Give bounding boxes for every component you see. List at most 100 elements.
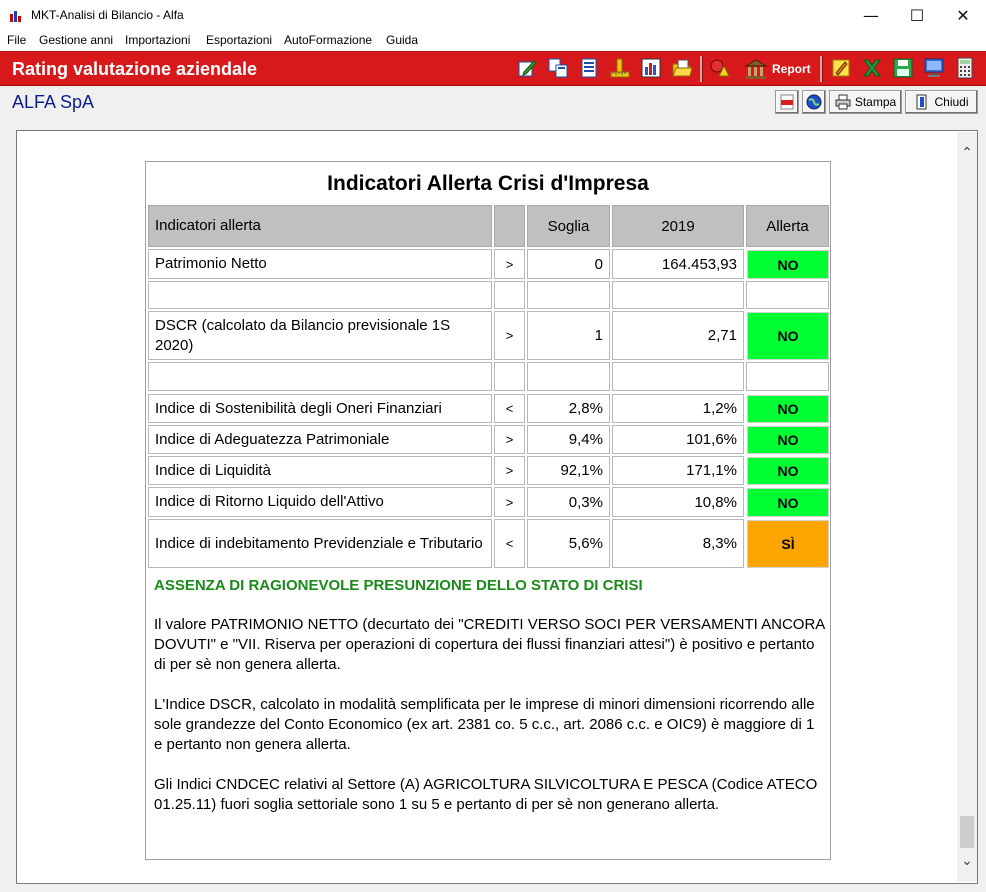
monitor-icon[interactable] — [923, 57, 945, 79]
report-button[interactable]: Report — [744, 56, 811, 82]
printer-icon — [835, 94, 851, 110]
copy-icon[interactable] — [547, 57, 569, 79]
threshold-value: 5,6% — [527, 519, 610, 568]
menu-guida[interactable]: Guida — [386, 33, 418, 47]
threshold-value: 92,1% — [527, 456, 610, 485]
alert-badge: SÌ — [747, 520, 829, 568]
web-button[interactable] — [802, 90, 826, 114]
indicator-label: Indice di Adeguatezza Patrimoniale — [148, 425, 492, 454]
pdf-button[interactable] — [775, 90, 799, 114]
header-year: 2019 — [612, 205, 744, 247]
excel-icon[interactable] — [861, 57, 883, 79]
close-label: Chiudi — [934, 95, 969, 109]
threshold-value: 9,4% — [527, 425, 610, 454]
menu-importazioni[interactable]: Importazioni — [125, 33, 190, 47]
save-icon[interactable] — [892, 57, 914, 79]
year-value: 2,71 — [612, 311, 744, 360]
comparison-operator: < — [494, 394, 525, 423]
vertical-scrollbar[interactable]: ⌃ ⌄ — [957, 132, 977, 882]
comparison-operator: > — [494, 311, 525, 360]
company-name: ALFA SpA — [12, 92, 95, 112]
crisis-indicators-report: Indicatori Allerta Crisi d'Impresa Indic… — [145, 161, 831, 860]
indicator-label: Indice di indebitamento Previdenziale e … — [148, 519, 492, 568]
globe-icon — [806, 94, 822, 110]
print-button[interactable]: Stampa — [829, 90, 902, 114]
spacer-cell — [148, 281, 492, 309]
spacer-cell — [612, 281, 744, 309]
paragraph-patrimonio-netto: Il valore PATRIMONIO NETTO (decurtato de… — [154, 616, 825, 673]
year-value: 10,8% — [612, 487, 744, 517]
indicator-label: Patrimonio Netto — [148, 249, 492, 279]
year-value: 164.453,93 — [612, 249, 744, 279]
toolbar-separator — [700, 56, 703, 82]
scroll-thumb[interactable] — [960, 816, 974, 848]
threshold-value: 0,3% — [527, 487, 610, 517]
scroll-down-icon[interactable]: ⌄ — [957, 850, 977, 870]
pdf-icon — [780, 94, 794, 110]
alert-badge: NO — [747, 426, 829, 454]
alert-badge: NO — [747, 488, 829, 517]
spacer-cell — [148, 362, 492, 391]
comparison-operator: > — [494, 456, 525, 485]
alert-badge: NO — [747, 395, 829, 423]
menu-autoformazione[interactable]: AutoFormazione — [284, 33, 372, 47]
list-icon[interactable] — [578, 57, 600, 79]
alert-badge: NO — [747, 457, 829, 485]
indicator-label: Indice di Liquidità — [148, 456, 492, 485]
header-alert: Allerta — [746, 205, 829, 247]
close-window-button[interactable]: ✕ — [940, 0, 986, 31]
ruler-icon[interactable] — [609, 57, 631, 79]
alert-badge: NO — [747, 312, 829, 360]
maximize-button[interactable]: ☐ — [894, 0, 940, 31]
spacer-cell — [494, 362, 525, 391]
indicator-label: Indice di Ritorno Liquido dell'Attivo — [148, 487, 492, 517]
report-title: Indicatori Allerta Crisi d'Impresa — [327, 171, 649, 195]
company-bar: ALFA SpA Stampa Chiudi — [0, 86, 986, 118]
threshold-value: 2,8% — [527, 394, 610, 423]
spacer-cell — [494, 281, 525, 309]
header-comparison — [494, 205, 525, 247]
calculator-icon[interactable] — [954, 57, 976, 79]
threshold-value: 0 — [527, 249, 610, 279]
minimize-button[interactable]: — — [848, 0, 894, 31]
close-report-button[interactable]: Chiudi — [905, 90, 978, 114]
year-value: 171,1% — [612, 456, 744, 485]
shapes-icon[interactable] — [709, 57, 731, 79]
edit-icon[interactable] — [516, 57, 538, 79]
year-value: 101,6% — [612, 425, 744, 454]
comparison-operator: > — [494, 425, 525, 454]
window-titlebar: MKT-Analisi di Bilancio - Alfa — ☐ ✕ — [0, 0, 986, 31]
module-toolbar: Rating valutazione aziendale Report — [0, 51, 986, 86]
bank-icon — [744, 59, 768, 79]
spacer-cell — [527, 362, 610, 391]
app-icon — [9, 9, 23, 22]
bar-chart-icon[interactable] — [640, 57, 662, 79]
report-label: Report — [772, 62, 811, 76]
scroll-up-icon[interactable]: ⌃ — [957, 142, 977, 162]
open-folder-icon[interactable] — [671, 57, 693, 79]
spacer-cell — [527, 281, 610, 309]
spacer-cell — [612, 362, 744, 391]
window-title: MKT-Analisi di Bilancio - Alfa — [31, 8, 184, 22]
paragraph-dscr: L'Indice DSCR, calcolato in modalità sem… — [154, 696, 815, 753]
threshold-value: 1 — [527, 311, 610, 360]
comparison-operator: < — [494, 519, 525, 568]
alert-badge: NO — [747, 250, 829, 279]
menu-esportazioni[interactable]: Esportazioni — [206, 33, 272, 47]
header-threshold: Soglia — [527, 205, 610, 247]
print-label: Stampa — [854, 95, 897, 109]
menu-bar: File Gestione anni Importazioni Esportaz… — [0, 31, 986, 51]
pencil-icon[interactable] — [830, 57, 852, 79]
spacer-cell — [746, 362, 829, 391]
comparison-operator: > — [494, 487, 525, 517]
year-value: 1,2% — [612, 394, 744, 423]
toolbar-separator — [820, 56, 823, 82]
menu-file[interactable]: File — [7, 33, 26, 47]
menu-gestione-anni[interactable]: Gestione anni — [39, 33, 113, 47]
indicator-label: Indice di Sostenibilità degli Oneri Fina… — [148, 394, 492, 423]
paragraph-cndcec: Gli Indici CNDCEC relativi al Settore (A… — [154, 776, 818, 813]
verdict-heading: ASSENZA DI RAGIONEVOLE PRESUNZIONE DELLO… — [154, 577, 643, 594]
year-value: 8,3% — [612, 519, 744, 568]
exit-icon — [916, 94, 927, 110]
module-heading: Rating valutazione aziendale — [12, 59, 258, 79]
